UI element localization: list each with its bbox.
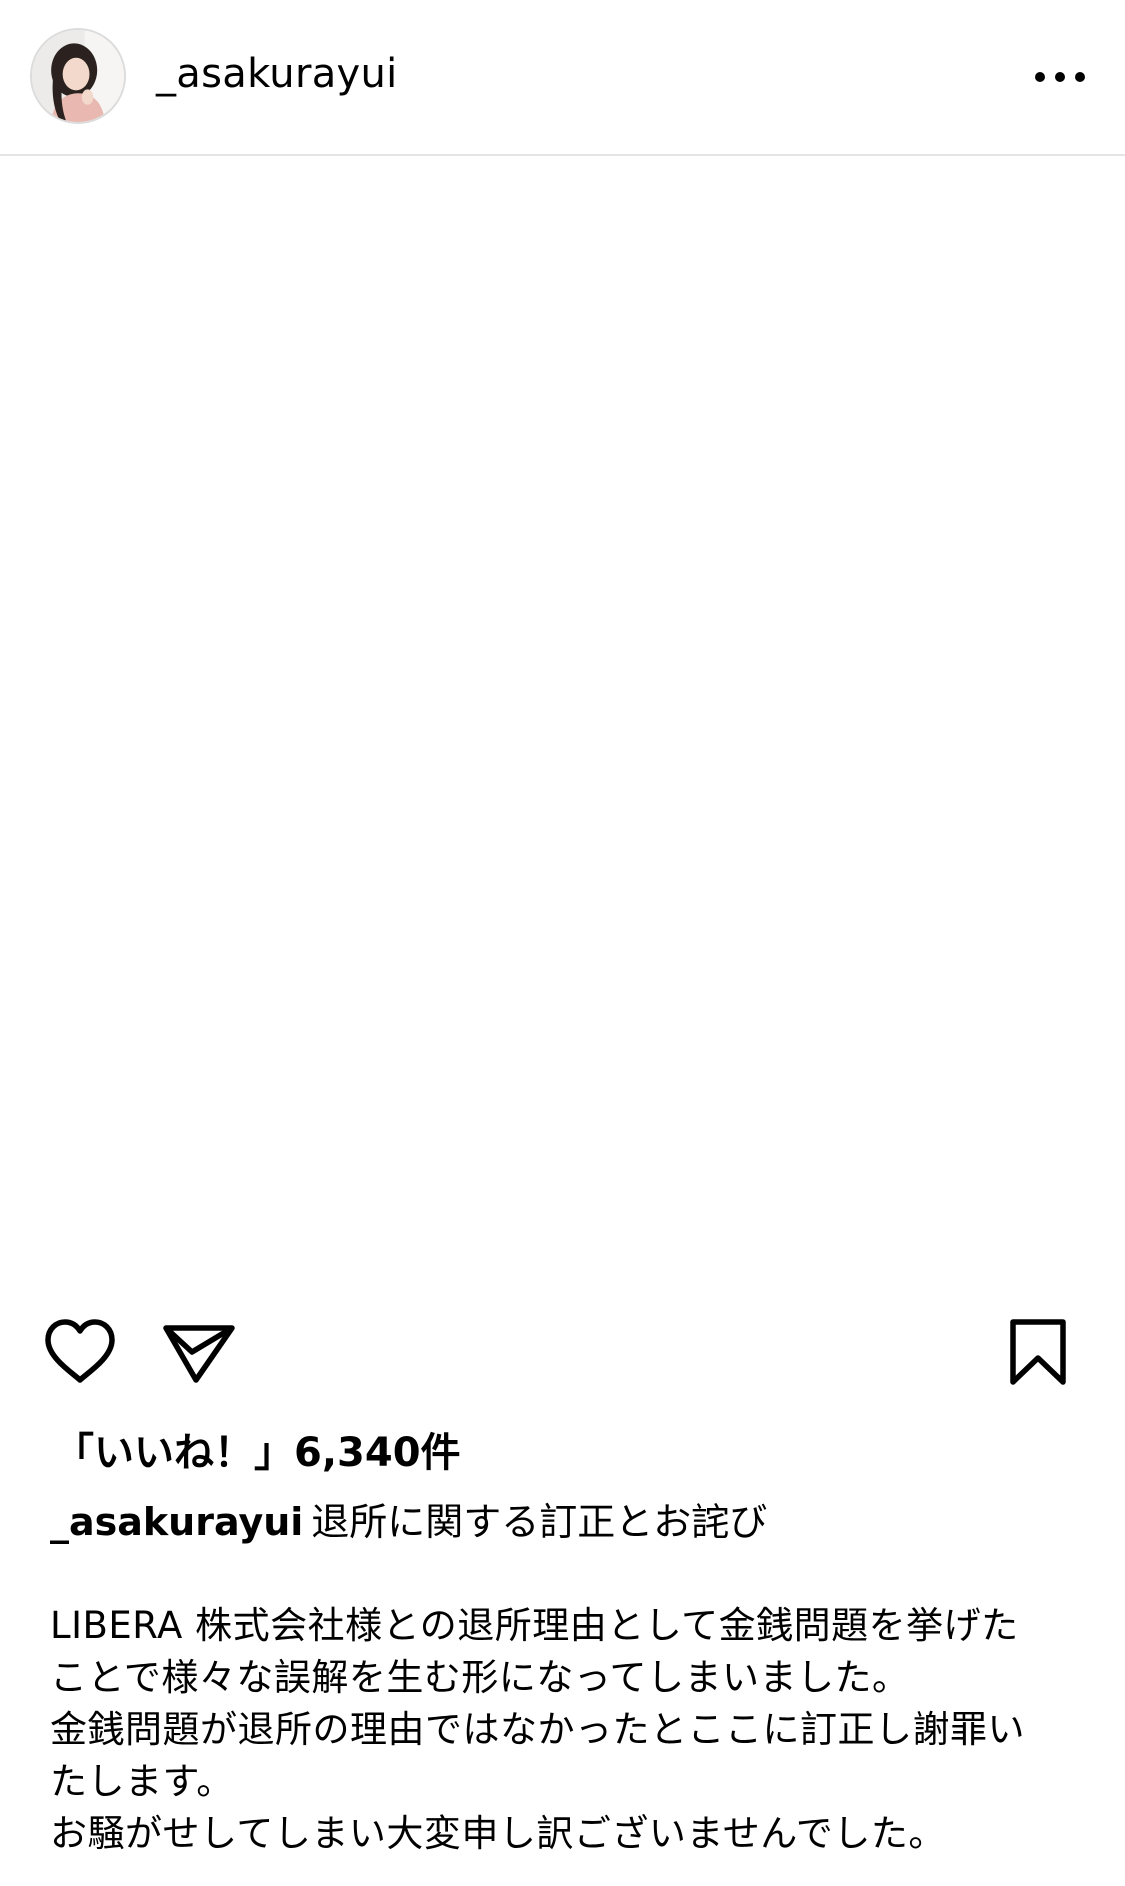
more-dots-icon (1035, 72, 1085, 82)
post-username[interactable]: _asakurayui (156, 46, 398, 102)
save-button[interactable] (1003, 1312, 1073, 1392)
caption-line: お騒がせしてしまい大変申し訳ございませんでした。 (50, 1812, 946, 1855)
more-options-button[interactable] (1030, 54, 1090, 100)
post-actions (0, 1312, 1125, 1402)
post-header: _asakurayui (0, 0, 1125, 156)
caption-line: ことで様々な誤解を生む形になってしまいました。 (50, 1656, 910, 1699)
likes-count[interactable]: 「いいね！」6,340件 (54, 1425, 461, 1481)
caption-title: 退所に関する訂正とお詫び (311, 1500, 768, 1544)
like-button[interactable] (40, 1312, 120, 1392)
caption-line: たします。 (50, 1760, 234, 1803)
share-button[interactable] (160, 1312, 238, 1392)
caption-title-line: _asakurayui 退所に関する訂正とお詫び (50, 1494, 767, 1550)
caption-username[interactable]: _asakurayui (50, 1500, 303, 1544)
caption-line: 金銭問題が退所の理由ではなかったとここに訂正し謝罪い (50, 1708, 1025, 1751)
send-icon (163, 1325, 235, 1383)
caption-body: LIBERA 株式会社様との退所理由として金銭問題を挙げた ことで様々な誤解を生… (50, 1600, 1090, 1860)
avatar[interactable] (30, 28, 126, 124)
caption-line: LIBERA 株式会社様との退所理由として金銭問題を挙げた (50, 1604, 1019, 1647)
bookmark-icon (1010, 1319, 1066, 1385)
post-media[interactable] (0, 158, 1125, 1300)
avatar-image (32, 30, 124, 122)
heart-icon (45, 1319, 115, 1383)
